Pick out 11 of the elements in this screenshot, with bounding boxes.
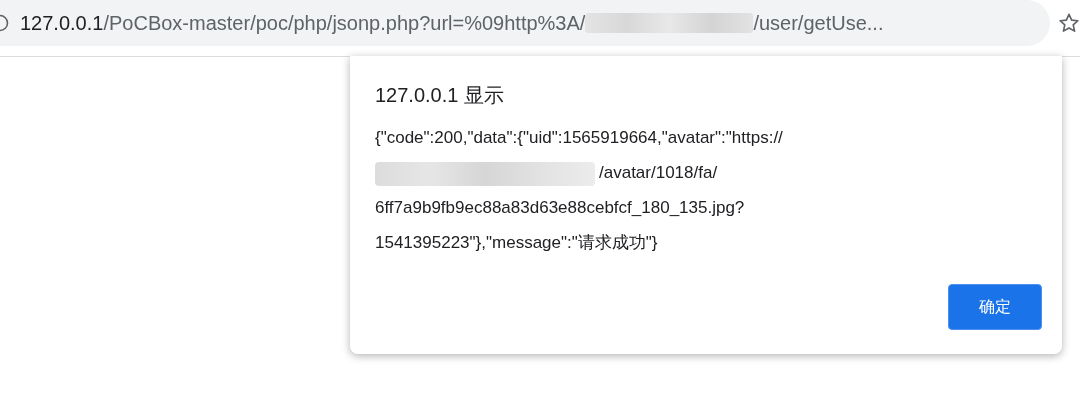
- star-icon[interactable]: [1058, 12, 1080, 34]
- message-text: 6ff7a9b9fb9ec88a83d63e88cebfcf_180_135.jpg?: [375, 198, 745, 217]
- ok-button[interactable]: 确定: [948, 284, 1042, 330]
- message-text: /avatar/1018/fa/: [599, 163, 718, 182]
- url-path: /PoCBox-master/poc/php/jsonp.php?url=%09http%3A/: [103, 11, 586, 36]
- address-bar[interactable]: 127.0.0.1/PoCBox-master/poc/php/jsonp.php?url=%09http%3A/ /user/getUse...: [0, 0, 1050, 46]
- message-text: {"code":200,"data":{"uid":1565919664,"avatar":"https://: [375, 128, 783, 147]
- message-text: 1541395223"},"message":"请求成功"}: [375, 233, 658, 252]
- url-path: /user/getUse...: [753, 11, 884, 36]
- url-host: 127.0.0.1: [20, 11, 104, 36]
- dialog-title: 127.0.0.1 显示: [375, 83, 505, 108]
